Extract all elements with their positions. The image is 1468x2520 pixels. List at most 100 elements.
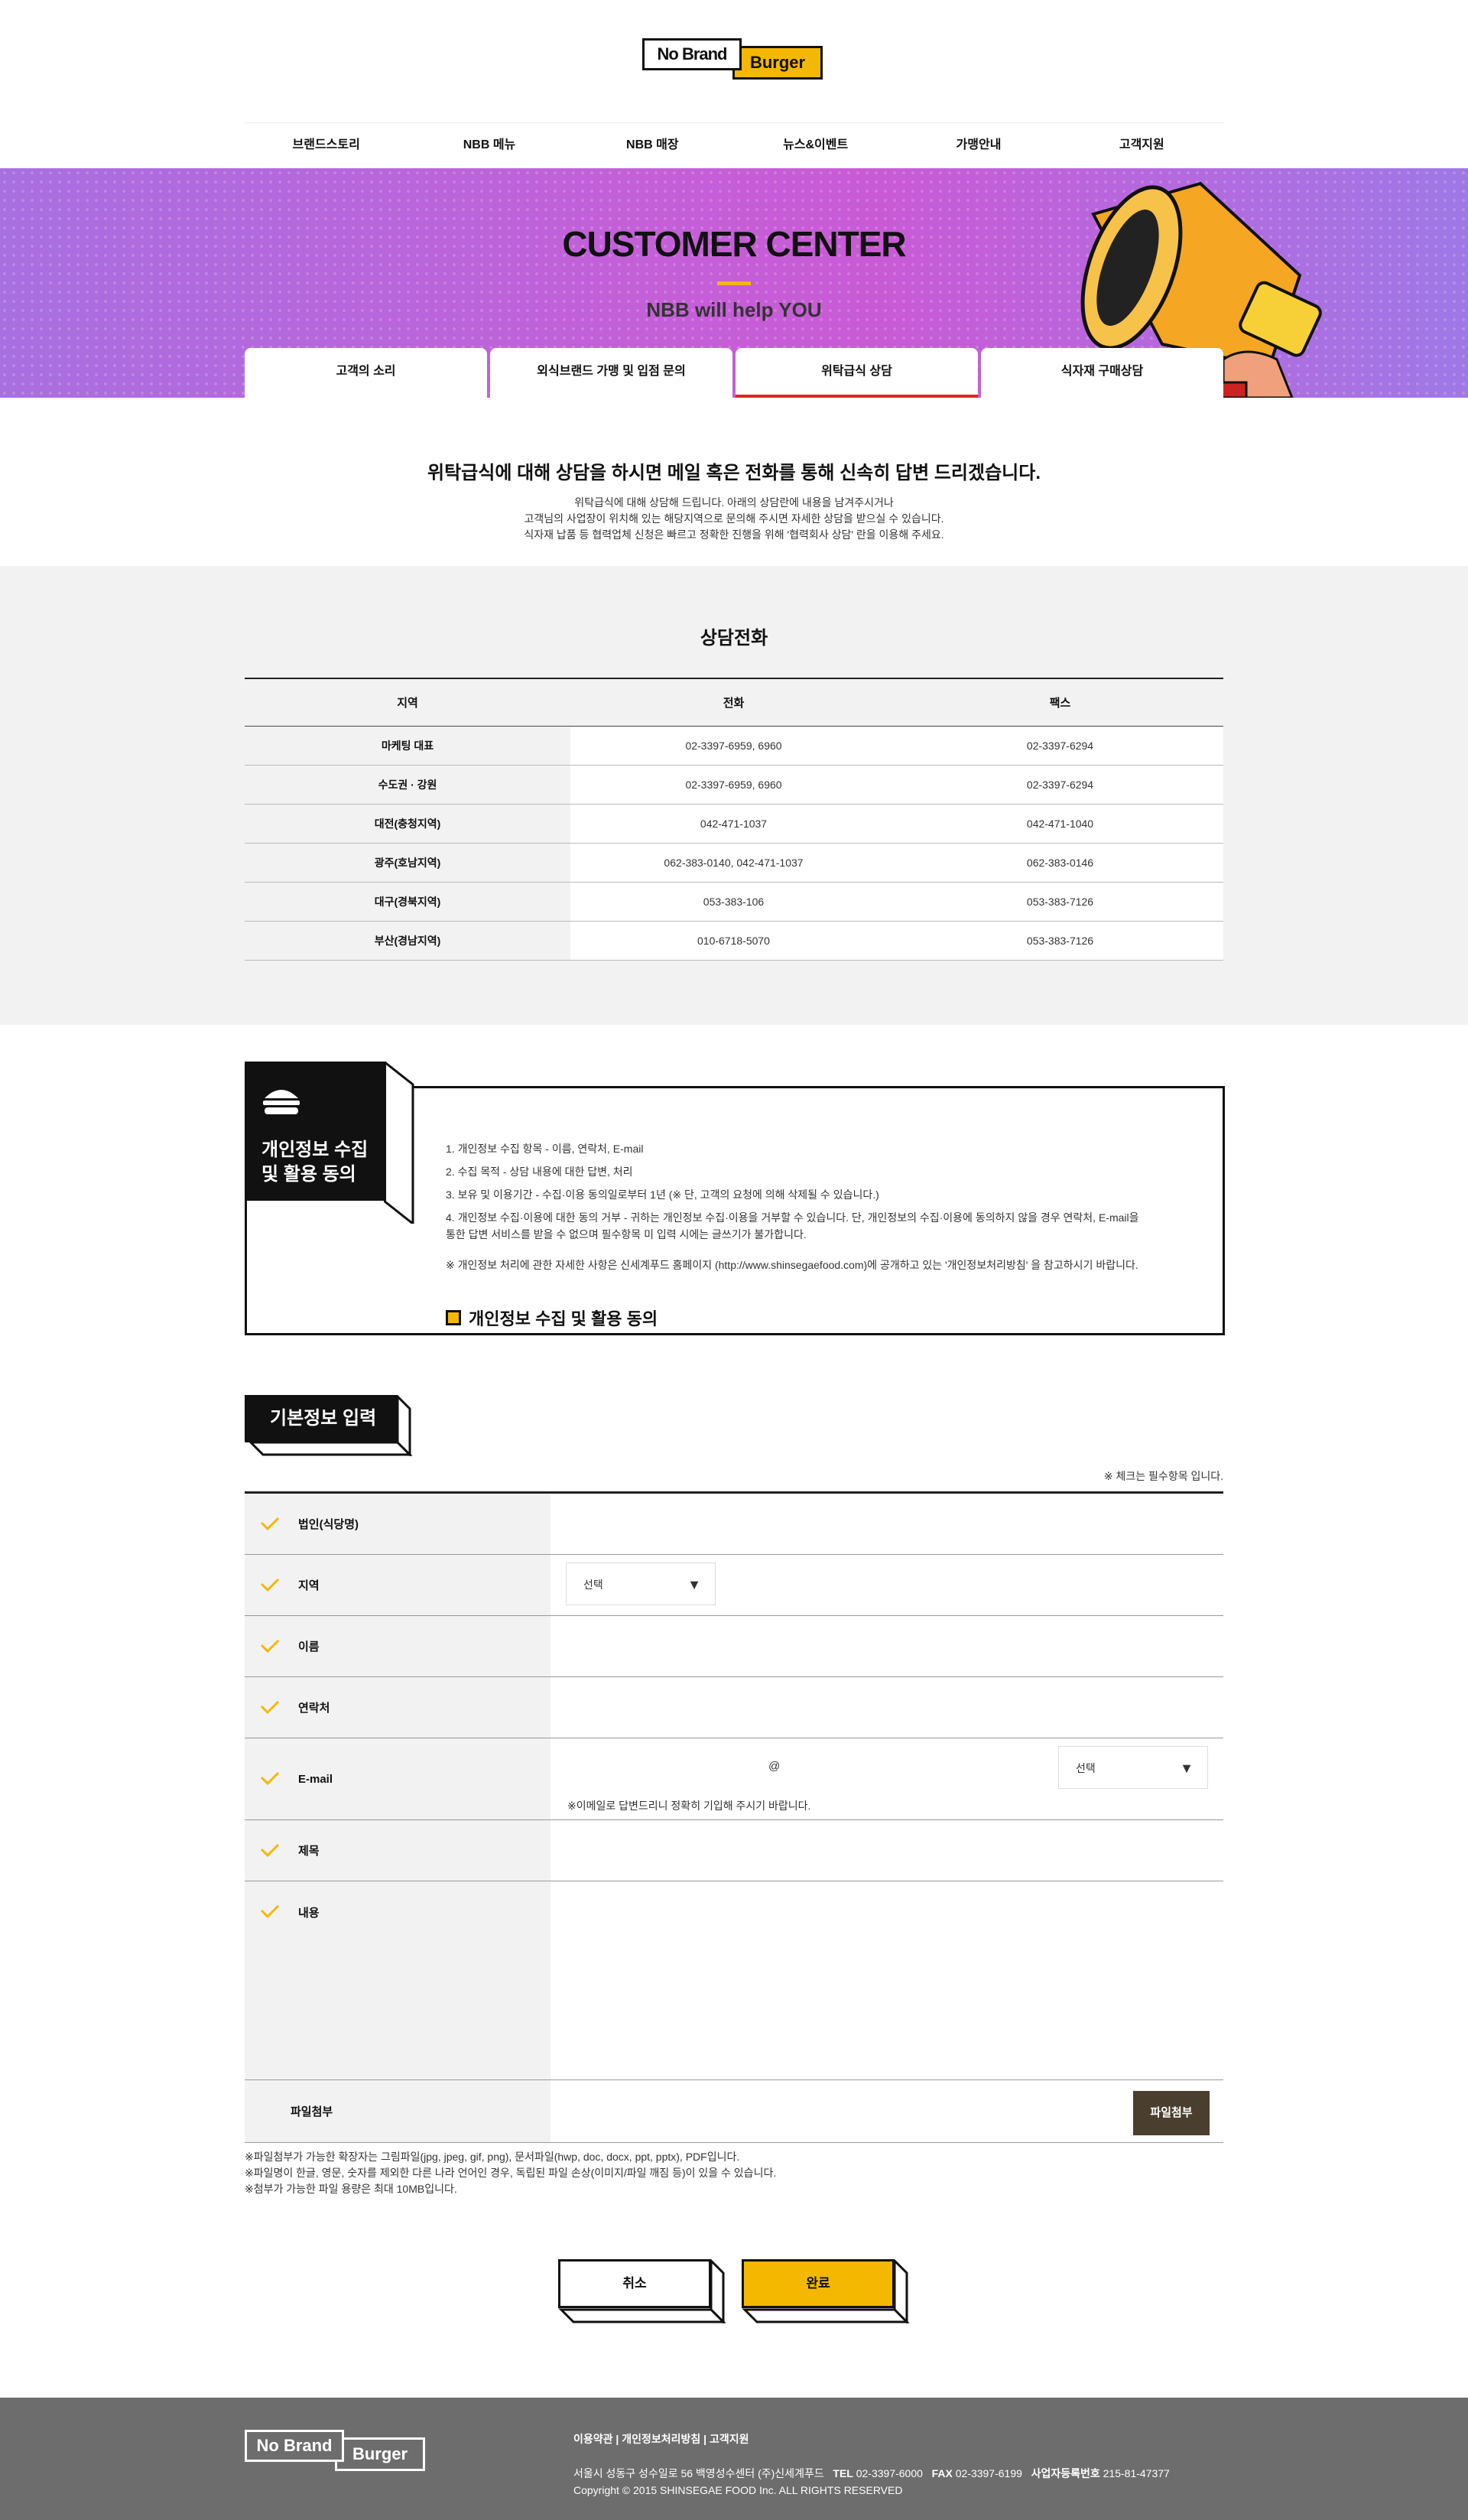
tab-franchise-inquiry[interactable]: 외식브랜드 가맹 및 입점 문의 (490, 348, 732, 398)
nav-menu[interactable]: NBB 메뉴 (408, 123, 570, 167)
form-row-region: 지역 선택 ▼ (245, 1555, 1223, 1616)
content-textarea[interactable] (550, 1881, 1223, 2079)
submit-button[interactable]: 완료 (742, 2259, 910, 2323)
select-value: 선택 (583, 1579, 603, 1591)
form-label: 제목 (245, 1820, 550, 1881)
privacy-text: 1. 개인정보 수집 항목 - 이름, 연락처, E-mail 2. 수집 목적… (446, 1140, 1210, 1280)
phone-title: 상담전화 (700, 628, 768, 649)
phone-cell: 02-3397-6959, 6960 (570, 726, 897, 766)
email-domain-input[interactable] (795, 1746, 1025, 1789)
file-note: ※파일첨부가 가능한 확장자는 그림파일(jpg, jpeg, gif, png… (245, 2151, 740, 2163)
email-note: ※이메일로 답변드리니 정확히 기입해 주시기 바랍니다. (567, 1800, 811, 1812)
region-cell: 광주(호남지역) (245, 843, 570, 883)
sub-tabs: 고객의 소리 외식브랜드 가맹 및 입점 문의 위탁급식 상담 식자재 구매상담 (245, 348, 1223, 398)
footer-biz-label: 사업자등록번호 (1031, 2467, 1100, 2479)
footer-address: 서울시 성동구 성수일로 56 백영성수센터 (주)신세계푸드 (573, 2467, 824, 2479)
fax-cell: 053-383-7126 (897, 882, 1223, 922)
footer-link-terms[interactable]: 이용약관 (573, 2433, 613, 2445)
corp-input[interactable] (550, 1494, 1223, 1554)
phone-cell: 042-471-1037 (570, 804, 897, 844)
footer-fax: 02-3397-6199 (955, 2467, 1022, 2479)
footer-biz: 215-81-47377 (1103, 2467, 1170, 2479)
table-row: 수도권 · 강원 02-3397-6959, 6960 02-3397-6294 (245, 765, 1223, 805)
footer-tel: 02-3397-6000 (856, 2467, 923, 2479)
phone-cell: 062-383-0140, 042-471-1037 (570, 843, 897, 883)
form-row-name: 이름 (245, 1616, 1223, 1677)
footer-fax-label: FAX (931, 2467, 953, 2479)
privacy-note: ※ 개인정보 처리에 관한 자세한 사항은 신세계푸드 홈페이지 (http:/… (446, 1259, 1138, 1271)
intro-line: 식자재 납품 등 협력업체 신청은 빠르고 정확한 진행을 위해 '협력회사 상… (524, 528, 944, 541)
file-attach-button[interactable]: 파일첨부 (1133, 2091, 1210, 2135)
tag-3d-edge (384, 1062, 414, 1224)
table-row: 마케팅 대표 02-3397-6959, 6960 02-3397-6294 (245, 726, 1223, 766)
check-icon (260, 1771, 280, 1786)
col-fax: 팩스 (897, 678, 1223, 727)
footer-link-privacy[interactable]: 개인정보처리방침 (622, 2433, 700, 2445)
intro-section: 위탁급식에 대해 상담을 하시면 메일 혹은 전화를 통해 신속히 답변 드리겠… (0, 398, 1468, 566)
burger-icon (263, 1090, 300, 1114)
logo-burger: Burger (335, 2437, 425, 2471)
region-select[interactable]: 선택 ▼ (566, 1562, 716, 1605)
footer-links: 이용약관 | 개인정보처리방침 | 고객지원 (573, 2433, 749, 2445)
privacy-item: 통한 답변 서비스를 받을 수 없으며 필수항목 미 입력 시에는 글쓰기가 불… (446, 1228, 807, 1240)
email-domain-select[interactable]: 선택 ▼ (1058, 1746, 1208, 1789)
email-local-input[interactable] (566, 1746, 757, 1789)
nav-news-events[interactable]: 뉴스&이벤트 (734, 123, 897, 167)
nav-brand-story[interactable]: 브랜드스토리 (245, 123, 408, 167)
tab-customer-voice[interactable]: 고객의 소리 (245, 348, 487, 398)
nav-stores[interactable]: NBB 매장 (571, 123, 734, 167)
table-row: 광주(호남지역) 062-383-0140, 042-471-1037 062-… (245, 843, 1223, 883)
privacy-item: 1. 개인정보 수집 항목 - 이름, 연락처, E-mail (446, 1143, 644, 1155)
privacy-item: 3. 보유 및 이용기간 - 수집·이용 동의일로부터 1년 (※ 단, 고객의… (446, 1188, 879, 1201)
site-footer: Burger No Brand 이용약관 | 개인정보처리방침 | 고객지원 서… (0, 2398, 1468, 2520)
site-header: Burger No Brand (0, 0, 1468, 121)
label-text: 법인(식당명) (298, 1518, 359, 1531)
inquiry-form: 법인(식당명) 지역 선택 ▼ 이름 연락처 E-mail @ 선택 ▼ ※이메… (245, 1491, 1223, 2143)
checkbox-icon[interactable] (446, 1310, 461, 1325)
file-notes: ※파일첨부가 가능한 확장자는 그림파일(jpg, jpeg, gif, png… (245, 2149, 1223, 2197)
contact-input[interactable] (550, 1677, 1223, 1738)
subject-input[interactable] (550, 1820, 1223, 1881)
privacy-tag-title: 개인정보 수집 및 활용 동의 (261, 1138, 368, 1187)
cancel-button[interactable]: 취소 (558, 2259, 726, 2323)
nav-franchise[interactable]: 가맹안내 (897, 123, 1060, 167)
label-text: 이름 (298, 1640, 320, 1653)
fax-cell: 02-3397-6294 (897, 765, 1223, 805)
region-field: 선택 ▼ (550, 1555, 1223, 1615)
file-note: ※첨부가 가능한 파일 용량은 최대 10MB입니다. (245, 2183, 457, 2195)
form-row-corp: 법인(식당명) (245, 1494, 1223, 1555)
region-cell: 마케팅 대표 (245, 726, 570, 766)
footer-link-support[interactable]: 고객지원 (710, 2433, 749, 2445)
check-icon (260, 1904, 280, 1919)
privacy-agree-checkbox[interactable]: 개인정보 수집 및 활용 동의 (446, 1306, 658, 1330)
footer-logo[interactable]: Burger No Brand (245, 2430, 428, 2476)
table-row: 대구(경북지역) 053-383-106 053-383-7126 (245, 882, 1223, 922)
caret-down-icon: ▼ (687, 1577, 701, 1592)
name-input[interactable] (550, 1616, 1223, 1676)
tab-catering-consult[interactable]: 위탁급식 상담 (736, 348, 978, 398)
phone-table: 지역 전화 팩스 마케팅 대표 02-3397-6959, 6960 02-33… (245, 678, 1223, 961)
privacy-item: 4. 개인정보 수집·이용에 대한 동의 거부 - 귀하는 개인정보 수집·이용… (446, 1211, 1139, 1224)
form-label: 연락처 (245, 1677, 550, 1738)
label-text: 지역 (298, 1579, 320, 1592)
hero-banner: CUSTOMER CENTER NBB will help YOU 고객의 소리… (0, 168, 1468, 398)
agree-label: 개인정보 수집 및 활용 동의 (469, 1309, 658, 1328)
email-field: @ 선택 ▼ ※이메일로 답변드리니 정확히 기입해 주시기 바랍니다. (550, 1738, 1223, 1819)
basic-info-tag: 기본정보 입력 (245, 1395, 413, 1456)
col-phone: 전화 (570, 678, 897, 727)
label-text: 내용 (298, 1907, 320, 1920)
fax-cell: 042-471-1040 (897, 804, 1223, 844)
form-row-email: E-mail @ 선택 ▼ ※이메일로 답변드리니 정확히 기입해 주시기 바랍… (245, 1738, 1223, 1820)
form-label: 법인(식당명) (245, 1494, 550, 1554)
file-note: ※파일명이 한글, 영문, 숫자를 제외한 다른 나라 언어인 경우, 독립된 … (245, 2167, 777, 2179)
label-text: 연락처 (298, 1702, 330, 1715)
privacy-section: 1. 개인정보 수집 항목 - 이름, 연락처, E-mail 2. 수집 목적… (245, 1062, 1225, 1337)
phone-section: 상담전화 지역 전화 팩스 마케팅 대표 02-3397-6959, 6960 … (0, 566, 1468, 1025)
tab-ingredient-purchase[interactable]: 식자재 구매상담 (981, 348, 1223, 398)
nav-support[interactable]: 고객지원 (1060, 123, 1223, 167)
form-row-subject: 제목 (245, 1820, 1223, 1881)
brand-logo[interactable]: Burger No Brand (642, 38, 826, 84)
file-field: 파일첨부 (550, 2080, 1223, 2142)
footer-copyright: Copyright © 2015 SHINSEGAE FOOD Inc. ALL… (573, 2484, 903, 2496)
check-icon (260, 1578, 280, 1592)
